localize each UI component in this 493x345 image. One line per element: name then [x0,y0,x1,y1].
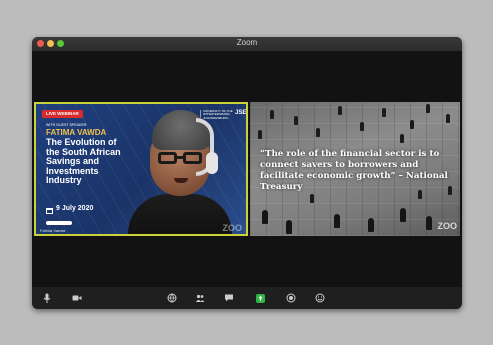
crowd-person [400,208,406,222]
guest-speaker-name: FATIMA VAWDA [46,128,107,137]
crowd-person [294,116,298,125]
security-button[interactable] [165,291,179,305]
crowd-person [400,134,404,143]
meeting-view: LIVE WEBINAR UNIVERSITY OF THE WITWATERS… [32,51,462,287]
crowd-person [258,130,262,139]
crowd-person [446,114,450,123]
record-icon [286,293,296,303]
crowd-person [270,110,274,119]
zoom-watermark: ZOO [222,223,243,233]
reactions-button[interactable] [313,291,327,305]
crowd-person [426,216,432,230]
record-button[interactable] [284,291,298,305]
crowd-person [262,210,268,224]
crowd-person [360,122,364,131]
glasses-bridge [176,156,184,159]
crowd-person [368,218,374,232]
crowd-person [316,128,320,137]
participants-icon [195,294,205,302]
mic-button[interactable] [40,291,54,305]
zoom-watermark: ZOO [437,221,458,231]
crowd-person [426,104,430,113]
participant-name-label: Fatima Vawda [40,228,66,233]
speaker-body [128,194,232,234]
video-camera-icon [72,295,82,301]
chat-button[interactable] [222,291,236,305]
speaker-video-feed [128,108,232,234]
crowd-person [410,120,414,129]
crowd-person [382,108,386,117]
participants-button[interactable] [193,291,207,305]
crowd-person [338,106,342,115]
register-pill [46,221,72,225]
glasses-right-lens [183,152,202,164]
window-title: Zoom [236,38,258,47]
shared-quote-text: “The role of the financial sector is to … [260,149,448,192]
live-webinar-badge: LIVE WEBINAR [42,110,83,118]
globe-icon [167,293,177,303]
calendar-icon [46,208,53,214]
webinar-date: 9 July 2020 [56,205,94,212]
mic-icon [43,293,51,303]
smiley-icon [315,293,325,303]
glasses-left-lens [158,152,177,164]
title-bar[interactable]: Zoom [32,37,462,51]
headphone-cup [206,152,218,174]
crowd-person [286,220,292,234]
crowd-person [334,214,340,228]
webinar-title: The Evolution of the South African Savin… [46,137,121,186]
chat-icon [225,294,233,302]
share-screen-button[interactable] [253,291,267,305]
meeting-toolbar [32,287,462,309]
crowd-person [310,194,314,203]
share-screen-icon [255,293,265,303]
video-tile-shared-slide[interactable]: “The role of the financial sector is to … [250,102,460,236]
guest-speaker-label: WITH GUEST SPEAKER [46,123,87,127]
video-button[interactable] [70,291,84,305]
zoom-window: Zoom LIVE WEBINAR UNIVERSITY OF THE WITW… [32,37,462,309]
video-tile-speaker[interactable]: LIVE WEBINAR UNIVERSITY OF THE WITWATERS… [34,102,248,236]
jse-logo: JSE [235,110,247,116]
